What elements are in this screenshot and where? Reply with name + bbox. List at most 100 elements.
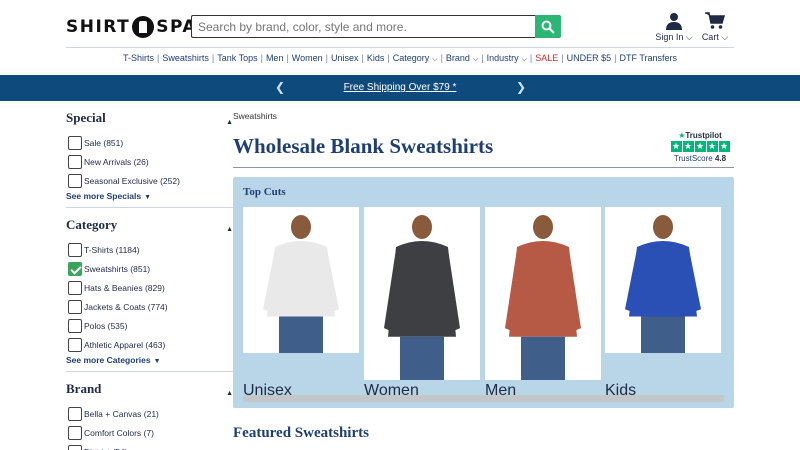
page-title: Wholesale Blank Sweatshirts	[233, 134, 494, 158]
main-nav: T-Shirts | Sweatshirts | Tank Tops | Men | Women…	[0, 53, 800, 64]
trustpilot-widget[interactable]: ★Trustpilot ★ ★ ★ ★ ★ TrustScore 4.8	[668, 131, 732, 163]
nav-item-brand[interactable]: Brand ⌵	[446, 53, 478, 63]
filter-option-label: District (54)	[84, 447, 127, 450]
collapse-icon[interactable]: ▲	[226, 225, 233, 233]
top-cut-card-unisex[interactable]	[243, 207, 359, 353]
chevron-down-icon: ⌵	[472, 56, 479, 63]
title-divider	[233, 167, 734, 168]
star-icon: ★	[670, 141, 682, 152]
checkbox[interactable]	[68, 154, 82, 169]
free-shipping-link[interactable]: Free Shipping Over $79 *	[0, 82, 800, 93]
cart-button[interactable]: Cart ⌵	[700, 12, 730, 43]
nav-separator: |	[361, 53, 364, 63]
filter-option-label: New Arrivals (26)	[84, 156, 149, 167]
filter-option[interactable]: Seasonal Exclusive (252)	[66, 171, 233, 190]
featured-heading: Featured Sweatshirts	[233, 425, 369, 441]
header-divider	[66, 47, 734, 48]
see-more-special-link[interactable]: See more Specials ▼	[66, 191, 233, 207]
top-cut-card-women[interactable]	[364, 207, 480, 380]
checkbox[interactable]	[68, 337, 82, 352]
nav-separator: |	[529, 53, 533, 63]
promo-banner: ❮ Free Shipping Over $79 * ❯	[0, 75, 800, 101]
caret-down-icon: ▼	[153, 358, 161, 365]
nav-separator: |	[286, 53, 289, 63]
top-cut-card-kids[interactable]	[605, 207, 721, 353]
sidebar-divider	[66, 371, 233, 372]
cart-label: Cart	[701, 32, 719, 42]
nav-separator: |	[561, 53, 564, 63]
filter-heading-brand[interactable]: Brand ▲	[66, 381, 233, 401]
nav-item-sale[interactable]: SALE	[535, 53, 558, 63]
star-icon: ★	[682, 141, 694, 152]
nav-separator: |	[211, 53, 215, 63]
filter-option[interactable]: Polos (535)	[66, 316, 233, 335]
nav-item-women[interactable]: Women	[292, 53, 323, 63]
checkbox[interactable]	[68, 318, 82, 333]
caret-down-icon: ▼	[144, 194, 152, 201]
filter-heading-special[interactable]: Special ▲	[66, 110, 233, 130]
checkbox[interactable]	[68, 135, 82, 150]
nav-item-kids[interactable]: Kids	[367, 53, 385, 63]
search-button[interactable]	[535, 15, 561, 38]
cart-icon	[705, 12, 725, 29]
filter-option[interactable]: District (54)	[66, 442, 233, 450]
nav-separator: |	[481, 53, 484, 63]
filter-option[interactable]: T-Shirts (1184)	[66, 240, 233, 259]
nav-item-tank-tops[interactable]: Tank Tops	[217, 53, 257, 63]
checkbox[interactable]	[68, 280, 82, 295]
checkbox[interactable]	[68, 242, 82, 257]
checkbox-checked[interactable]	[68, 261, 82, 276]
filter-option[interactable]: Jackets & Coats (774)	[66, 297, 233, 316]
model-photo	[505, 215, 581, 380]
banner-next-arrow-icon[interactable]: ❯	[516, 80, 526, 94]
filter-option[interactable]: Sweatshirts (851)	[66, 259, 233, 278]
sidebar-divider	[66, 207, 233, 208]
logo-text-left: SHIRT	[66, 17, 131, 37]
trustpilot-stars: ★ ★ ★ ★ ★	[668, 141, 732, 152]
chevron-down-icon: ⌵	[521, 56, 527, 63]
checkbox[interactable]	[68, 299, 82, 314]
nav-separator: |	[325, 53, 328, 63]
sign-in-label: Sign In	[655, 32, 684, 42]
collapse-icon[interactable]: ▲	[226, 389, 233, 397]
see-more-category-link[interactable]: See more Categories ▼	[66, 355, 233, 371]
user-icon	[666, 13, 682, 30]
nav-item-under-5[interactable]: UNDER $5	[567, 53, 612, 63]
top-cuts-panel: Top Cuts Unisex Women Men Kids	[233, 177, 734, 408]
search-input[interactable]	[191, 15, 535, 38]
top-cuts-heading: Top Cuts	[243, 186, 286, 198]
filter-option[interactable]: Comfort Colors (7)	[66, 423, 233, 442]
nav-separator: |	[157, 53, 160, 63]
filter-option-label: Seasonal Exclusive (252)	[84, 175, 180, 186]
nav-separator: |	[440, 53, 443, 63]
filter-option[interactable]: Hats & Beanies (829)	[66, 278, 233, 297]
filter-heading-category[interactable]: Category ▲	[66, 217, 233, 237]
filter-option[interactable]: New Arrivals (26)	[66, 152, 233, 171]
filter-option[interactable]: Bella + Canvas (21)	[66, 404, 233, 423]
nav-item-men[interactable]: Men	[266, 53, 284, 63]
checkbox[interactable]	[68, 173, 82, 188]
nav-item-unisex[interactable]: Unisex	[331, 53, 359, 63]
checkbox[interactable]	[68, 425, 82, 440]
breadcrumb[interactable]: Sweatshirts	[233, 111, 277, 121]
top-cut-card-men[interactable]	[485, 207, 601, 380]
model-photo	[263, 215, 339, 353]
nav-item-dtf-transfers[interactable]: DTF Transfers	[619, 53, 677, 63]
checkbox[interactable]	[68, 444, 82, 450]
filter-option-label: Athletic Apparel (463)	[84, 339, 166, 350]
filter-option-label: Comfort Colors (7)	[84, 427, 154, 438]
filter-option-label: Polos (535)	[84, 320, 128, 331]
nav-item-t-shirts[interactable]: T-Shirts	[123, 53, 154, 63]
star-icon: ★	[694, 141, 706, 152]
checkbox[interactable]	[68, 406, 82, 421]
nav-item-sweatshirts[interactable]: Sweatshirts	[162, 53, 209, 63]
nav-item-industry[interactable]: Industry ⌵	[487, 53, 527, 63]
search-icon	[541, 20, 555, 34]
filter-option[interactable]: Sale (851)	[66, 133, 233, 152]
collapse-icon[interactable]: ▲	[226, 118, 233, 126]
carousel-scrollbar[interactable]	[243, 395, 724, 402]
filter-option[interactable]: Athletic Apparel (463)	[66, 335, 233, 354]
filter-option-label: T-Shirts (1184)	[84, 244, 140, 255]
nav-item-category[interactable]: Category ⌵	[393, 53, 438, 63]
sign-in-button[interactable]: Sign In ⌵	[655, 12, 693, 43]
